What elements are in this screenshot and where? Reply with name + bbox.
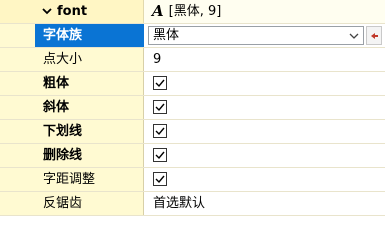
property-row-bold[interactable]: 粗体: [0, 72, 385, 96]
property-label: 粗体: [35, 72, 144, 95]
underline-checkbox[interactable]: [153, 124, 167, 138]
property-row-antialiasing[interactable]: 反锯齿 首选默认: [0, 192, 385, 216]
font-glyph-icon: A: [152, 2, 164, 20]
point-size-value[interactable]: 9: [144, 48, 385, 71]
checkmark-icon: [155, 127, 165, 136]
property-grid: font A [黑体, 9] 字体族 黑体 点大小 9 粗体 斜体 下划线 删除…: [0, 0, 385, 216]
collapse-chevron-icon[interactable]: [42, 6, 52, 16]
property-label: 斜体: [35, 96, 144, 119]
checkmark-icon: [155, 151, 165, 160]
property-row-italic[interactable]: 斜体: [0, 96, 385, 120]
property-label[interactable]: 字体族: [35, 24, 144, 47]
property-row-strikeout[interactable]: 删除线: [0, 144, 385, 168]
property-label: 字距调整: [35, 168, 144, 191]
font-family-combobox[interactable]: 黑体: [148, 26, 364, 45]
font-family-value: 黑体: [153, 28, 180, 43]
property-label: 下划线: [35, 120, 144, 143]
checkmark-icon: [155, 79, 165, 88]
kerning-checkbox[interactable]: [153, 172, 167, 186]
strikeout-checkbox[interactable]: [153, 148, 167, 162]
chevron-down-icon[interactable]: [349, 32, 359, 40]
property-row-font-family[interactable]: 字体族 黑体: [0, 24, 385, 48]
reset-arrow-icon: [371, 33, 378, 39]
property-label: 点大小: [35, 48, 144, 71]
property-row-kerning[interactable]: 字距调整: [0, 168, 385, 192]
property-row-point-size[interactable]: 点大小 9: [0, 48, 385, 72]
property-group-value: A [黑体, 9]: [144, 0, 385, 23]
checkmark-icon: [155, 103, 165, 112]
font-summary-text: [黑体, 9]: [168, 4, 222, 19]
bold-checkbox[interactable]: [153, 76, 167, 90]
property-group-label: font: [57, 4, 88, 19]
checkmark-icon: [155, 175, 165, 184]
property-row-underline[interactable]: 下划线: [0, 120, 385, 144]
reset-to-default-button[interactable]: [366, 26, 382, 45]
antialiasing-value[interactable]: 首选默认: [144, 192, 385, 215]
property-label: 反锯齿: [35, 192, 144, 215]
italic-checkbox[interactable]: [153, 100, 167, 114]
property-label: 删除线: [35, 144, 144, 167]
property-group-font[interactable]: font A [黑体, 9]: [0, 0, 385, 24]
